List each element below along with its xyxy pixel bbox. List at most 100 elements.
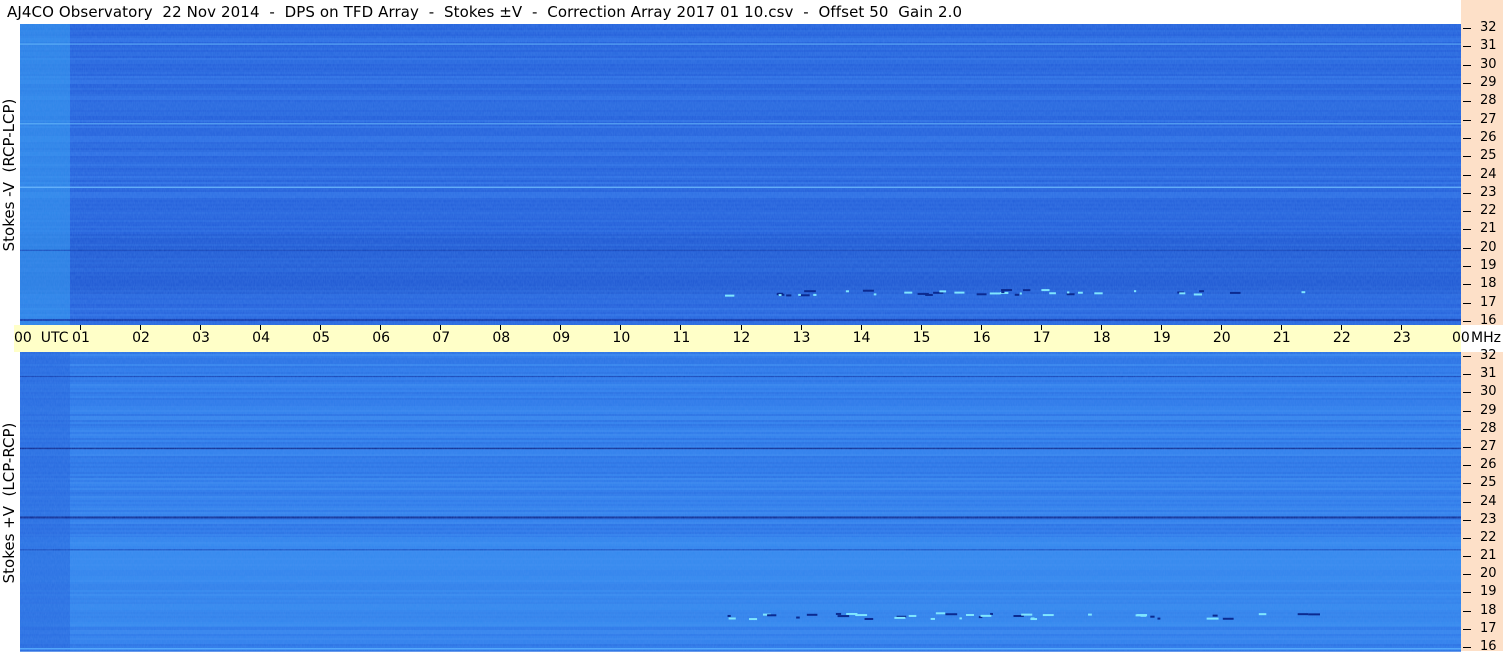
freq-tick-mark <box>1463 574 1471 576</box>
time-tick-label: 21 <box>1272 330 1291 346</box>
freq-tick-mark <box>1463 501 1471 503</box>
freq-tick-label: 21 <box>1480 548 1497 564</box>
freq-tick-label: 32 <box>1480 20 1497 35</box>
signal-speck <box>862 289 874 292</box>
freq-tick-label: 31 <box>1480 38 1497 54</box>
freq-tick-mark <box>1463 610 1471 612</box>
signal-speck <box>904 291 913 294</box>
signal-speck <box>778 294 782 297</box>
freq-tick-mark <box>1463 137 1471 139</box>
signal-speck <box>990 612 993 615</box>
time-tick-label: 23 <box>1392 330 1411 346</box>
time-tick-label: 13 <box>792 330 811 346</box>
signal-speck <box>798 293 801 296</box>
signal-speck <box>1041 289 1050 292</box>
time-tick-mark <box>860 325 862 330</box>
time-tick-mark <box>560 325 562 330</box>
freq-tick-label: 29 <box>1480 74 1497 90</box>
signal-speck <box>1014 293 1020 296</box>
freq-tick-label: 21 <box>1480 221 1497 237</box>
time-tick-mark <box>1100 325 1102 330</box>
freq-tick-mark <box>1463 266 1471 268</box>
freq-tick-mark <box>1463 519 1471 521</box>
freq-tick-mark <box>1463 284 1471 286</box>
spectrogram-noise <box>20 352 1461 651</box>
signal-speck <box>1258 613 1267 616</box>
signal-speck <box>846 612 858 615</box>
signal-speck <box>864 617 874 620</box>
freq-tick-mark <box>1463 392 1471 394</box>
signal-speck <box>989 292 1001 295</box>
freq-tick-mark <box>1463 483 1471 485</box>
signal-speck <box>749 618 758 621</box>
freq-tick-mark <box>1463 556 1471 558</box>
signal-speck <box>959 617 962 620</box>
signal-speck <box>1022 289 1031 292</box>
time-last-label: 00 <box>1452 330 1470 346</box>
freq-tick-label: 25 <box>1480 148 1497 164</box>
time-tick-label: 16 <box>972 330 991 346</box>
signal-speck <box>1077 291 1083 294</box>
time-tick-mark <box>440 325 442 330</box>
signal-speck <box>799 294 810 297</box>
signal-speck <box>1308 613 1320 616</box>
time-tick-label: 18 <box>1092 330 1111 346</box>
freq-tick-label: 27 <box>1480 438 1497 454</box>
freq-tick-label: 16 <box>1480 639 1497 654</box>
freq-tick-mark <box>1463 101 1471 103</box>
time-tick-mark <box>920 325 922 330</box>
signal-speck <box>1049 292 1056 295</box>
freq-tick-label: 25 <box>1480 475 1497 491</box>
signal-speck <box>925 293 933 296</box>
time-tick-mark <box>620 325 622 330</box>
time-tick-label: 02 <box>132 330 150 346</box>
signal-speck <box>1030 617 1035 620</box>
freq-unit-label: MHz <box>1471 330 1501 346</box>
freq-tick-label: 24 <box>1480 493 1497 509</box>
freq-tick-mark <box>1463 302 1471 304</box>
time-tick-mark <box>260 325 262 330</box>
signal-speck <box>837 615 850 618</box>
time-tick-label: 07 <box>432 330 451 346</box>
signal-speck <box>873 293 877 296</box>
freq-tick-mark <box>1463 428 1471 430</box>
freq-tick-label: 28 <box>1480 420 1497 436</box>
time-tick-label: 09 <box>552 330 571 346</box>
freq-tick-mark <box>1463 46 1471 48</box>
freq-tick-label: 18 <box>1480 602 1497 618</box>
freq-tick-label: 23 <box>1480 184 1497 200</box>
signal-speck <box>945 613 958 616</box>
signal-speck <box>1193 293 1203 296</box>
signal-speck <box>1157 617 1161 620</box>
spectrogram-panel-bottom <box>20 352 1461 652</box>
time-tick-label: 08 <box>492 330 511 346</box>
signal-speck <box>1150 615 1155 618</box>
freq-tick-label: 17 <box>1480 620 1497 636</box>
freq-tick-label: 22 <box>1480 203 1497 219</box>
signal-speck <box>806 613 818 616</box>
freq-tick-mark <box>1463 537 1471 539</box>
time-tick-mark <box>680 325 682 330</box>
signal-speck <box>954 291 965 294</box>
time-tick-label: 05 <box>312 330 331 346</box>
signal-speck <box>1222 617 1234 620</box>
signal-speck <box>1301 291 1306 294</box>
freq-tick-label: 20 <box>1480 239 1497 255</box>
freq-tick-label: 29 <box>1480 402 1497 418</box>
ylabel-top: Stokes -V (RCP-LCP) <box>0 98 18 252</box>
signal-speck <box>1088 613 1092 616</box>
freq-tick-label: 28 <box>1480 93 1497 109</box>
signal-speck <box>1179 292 1186 295</box>
time-tick-label: 11 <box>672 330 691 346</box>
signal-speck <box>1066 293 1075 296</box>
time-tick-mark <box>800 325 802 330</box>
signal-speck <box>804 290 816 293</box>
time-tick-label: 17 <box>1032 330 1051 346</box>
freq-tick-label: 27 <box>1480 111 1497 127</box>
signal-speck <box>1206 617 1219 620</box>
freq-tick-mark <box>1463 174 1471 176</box>
spectrogram-panel-top <box>20 24 1461 326</box>
spectrogram-noise <box>20 24 1461 325</box>
time-tick-mark <box>500 325 502 330</box>
freq-tick-mark <box>1463 410 1471 412</box>
